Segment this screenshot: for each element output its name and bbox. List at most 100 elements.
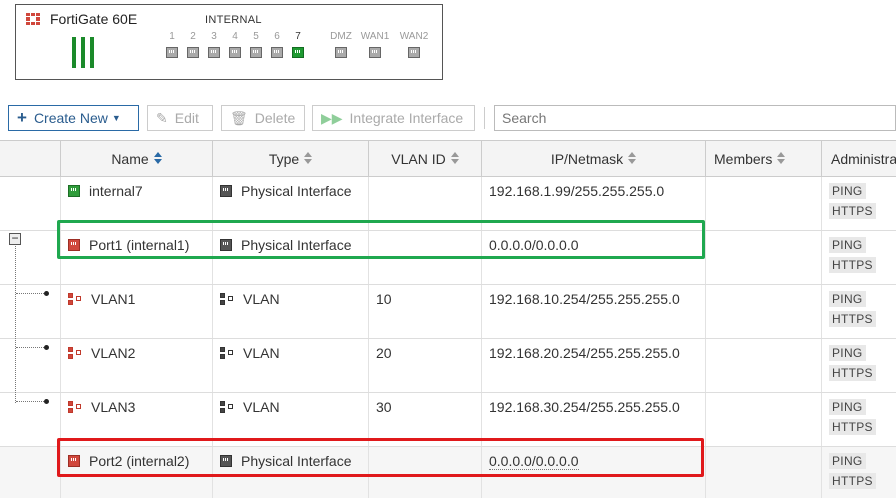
port-label: 7: [295, 31, 301, 42]
interface-type: Physical Interface: [220, 183, 352, 199]
sort-icon: [777, 152, 785, 164]
ip-netmask: 0.0.0.0/0.0.0.0: [489, 237, 579, 253]
type-text: Physical Interface: [241, 453, 352, 469]
access-badge: PING: [829, 237, 866, 253]
interface-name: VLAN1: [68, 291, 135, 307]
physical-interface-icon: [220, 455, 232, 468]
port-5[interactable]: 5: [248, 31, 264, 58]
fortinet-logo-icon: [26, 13, 40, 25]
ip-netmask-text: 0.0.0.0/0.0.0.0: [489, 453, 579, 470]
device-status-bars-icon: [72, 37, 94, 68]
type-text: VLAN: [243, 345, 280, 361]
access-badge: PING: [829, 345, 866, 361]
interface-green-icon: [68, 185, 80, 198]
access-badge: PING: [829, 399, 866, 415]
internal-ports-label: INTERNAL: [205, 14, 262, 26]
ethernet-port-icon: [229, 47, 241, 58]
ethernet-port-icon: [187, 47, 199, 58]
port-dmz[interactable]: DMZ: [324, 31, 358, 58]
ethernet-port-icon: [335, 47, 347, 58]
name-text: internal7: [89, 183, 143, 199]
table-row-port2[interactable]: Port2 (internal2) Physical Interface 0.0…: [0, 447, 896, 498]
header-label: Members: [714, 151, 773, 167]
admin-access: PING HTTPS: [829, 453, 876, 493]
integrate-interface-button[interactable]: ▶▶ Integrate Interface: [312, 105, 475, 131]
vlan-red-icon: [68, 292, 82, 306]
caret-down-icon: ▼: [111, 113, 121, 123]
header-label: Type: [268, 151, 300, 167]
create-new-button[interactable]: + Create New ▼: [8, 105, 139, 131]
port-7[interactable]: 7: [290, 31, 306, 58]
sort-icon: [304, 152, 312, 164]
vlan-type-icon: [220, 292, 234, 306]
name-text: VLAN3: [91, 399, 136, 415]
type-text: VLAN: [243, 291, 280, 307]
access-badge: HTTPS: [829, 311, 876, 327]
toolbar-divider: [484, 107, 485, 129]
interface-type: Physical Interface: [220, 453, 352, 469]
name-text: Port2 (internal2): [89, 453, 190, 469]
ip-netmask: 0.0.0.0/0.0.0.0: [489, 453, 579, 470]
access-badge: PING: [829, 453, 866, 469]
ethernet-port-icon: [208, 47, 220, 58]
interface-type: VLAN: [220, 345, 280, 361]
sort-icon: [451, 152, 459, 164]
access-badge: PING: [829, 291, 866, 307]
port-label: 3: [211, 31, 217, 42]
port-2[interactable]: 2: [185, 31, 201, 58]
tree-node-dot-icon: [44, 399, 49, 404]
vlan-id: 30: [376, 399, 392, 415]
column-header-members[interactable]: Members: [705, 141, 821, 177]
column-header-type[interactable]: Type: [212, 141, 368, 177]
plus-icon: +: [17, 108, 27, 127]
port-wan2[interactable]: WAN2: [397, 31, 431, 58]
access-badge: HTTPS: [829, 257, 876, 273]
tree-connector-line: [15, 246, 16, 403]
table-row-vlan3[interactable]: VLAN3 VLAN 30 192.168.30.254/255.255.255…: [0, 393, 896, 447]
sort-icon: [628, 152, 636, 164]
search-input[interactable]: Search: [494, 105, 896, 131]
header-label: IP/Netmask: [550, 151, 624, 167]
port-label: 5: [253, 31, 259, 42]
table-row-internal7[interactable]: internal7 Physical Interface 192.168.1.9…: [0, 177, 896, 231]
type-text: Physical Interface: [241, 237, 352, 253]
delete-label: Delete: [254, 110, 296, 126]
tree-branch-line: [16, 347, 44, 348]
trash-icon: 🗑: [230, 109, 248, 126]
interface-red-icon: [68, 239, 80, 252]
port-label: 2: [190, 31, 196, 42]
access-badge: PING: [829, 183, 866, 199]
integrate-label: Integrate Interface: [349, 110, 464, 126]
table-row-vlan2[interactable]: VLAN2 VLAN 20 192.168.20.254/255.255.255…: [0, 339, 896, 393]
tree-node-dot-icon: [44, 345, 49, 350]
column-header-administrative-access[interactable]: Administrative Access: [821, 141, 896, 177]
interface-type: VLAN: [220, 291, 280, 307]
integrate-arrows-icon: ▶▶: [321, 109, 343, 126]
column-header-ip-netmask[interactable]: IP/Netmask: [481, 141, 705, 177]
delete-button[interactable]: 🗑 Delete: [221, 105, 305, 131]
table-row-vlan1[interactable]: VLAN1 VLAN 10 192.168.10.254/255.255.255…: [0, 285, 896, 339]
port-4[interactable]: 4: [227, 31, 243, 58]
port-1[interactable]: 1: [164, 31, 180, 58]
edit-button[interactable]: ✎ Edit: [147, 105, 213, 131]
vlan-red-icon: [68, 400, 82, 414]
ethernet-port-active-icon: [292, 47, 304, 58]
admin-access: PING HTTPS: [829, 345, 876, 385]
port-label: 1: [169, 31, 175, 42]
port-6[interactable]: 6: [269, 31, 285, 58]
port-label: 6: [274, 31, 280, 42]
vlan-type-icon: [220, 400, 234, 414]
ip-netmask: 192.168.20.254/255.255.255.0: [489, 345, 680, 361]
device-panel: FortiGate 60E INTERNAL 1 2 3 4 5 6 7 DMZ…: [15, 4, 443, 80]
collapse-toggle-icon[interactable]: −: [9, 232, 21, 245]
tree-branch-line: [16, 401, 44, 402]
vlan-id: 10: [376, 291, 392, 307]
column-header-name[interactable]: Name: [60, 141, 212, 177]
ethernet-port-icon: [250, 47, 262, 58]
table-row-port1[interactable]: Port1 (internal1) Physical Interface 0.0…: [0, 231, 896, 285]
interface-name: Port1 (internal1): [68, 237, 189, 253]
port-3[interactable]: 3: [206, 31, 222, 58]
ip-netmask: 192.168.30.254/255.255.255.0: [489, 399, 680, 415]
column-header-vlan-id[interactable]: VLAN ID: [368, 141, 481, 177]
port-wan1[interactable]: WAN1: [358, 31, 392, 58]
